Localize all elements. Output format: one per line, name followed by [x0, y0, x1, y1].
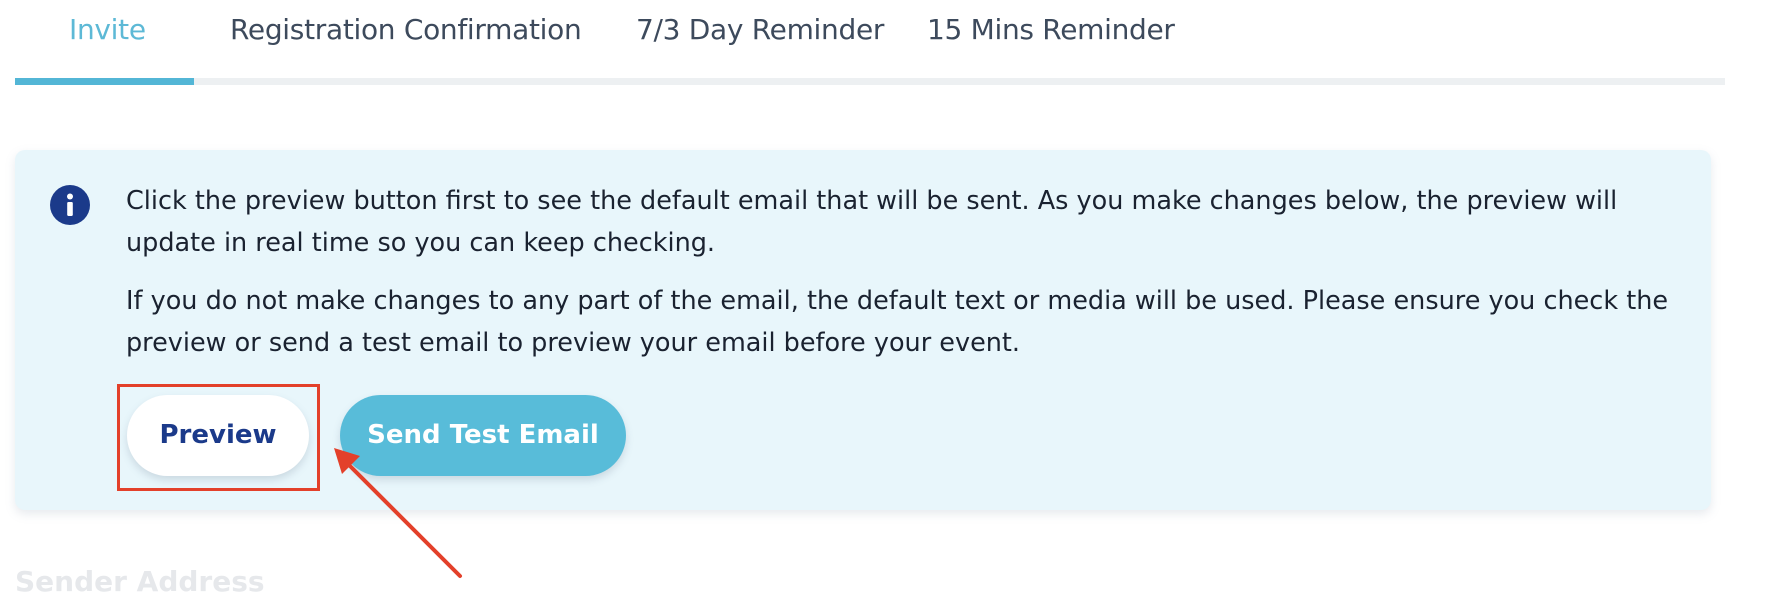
active-tab-indicator — [15, 78, 194, 85]
info-paragraph-default-text: If you do not make changes to any part o… — [126, 286, 1669, 358]
tab-registration-confirmation[interactable]: Registration Confirmation — [230, 10, 582, 50]
send-test-email-button[interactable]: Send Test Email — [340, 395, 626, 476]
tab-15-mins-reminder[interactable]: 15 Mins Reminder — [927, 10, 1175, 50]
tab-7-3-day-reminder[interactable]: 7/3 Day Reminder — [636, 10, 884, 50]
tab-track — [15, 78, 1725, 85]
tab-invite[interactable]: Invite — [69, 10, 146, 50]
annotation-highlight-box — [117, 384, 320, 491]
info-icon — [50, 185, 90, 225]
sender-address-label: Sender Address — [15, 565, 265, 598]
email-template-tabs: Invite Registration Confirmation 7/3 Day… — [15, 0, 1725, 86]
info-paragraph-preview: Click the preview button first to see th… — [126, 186, 1618, 258]
